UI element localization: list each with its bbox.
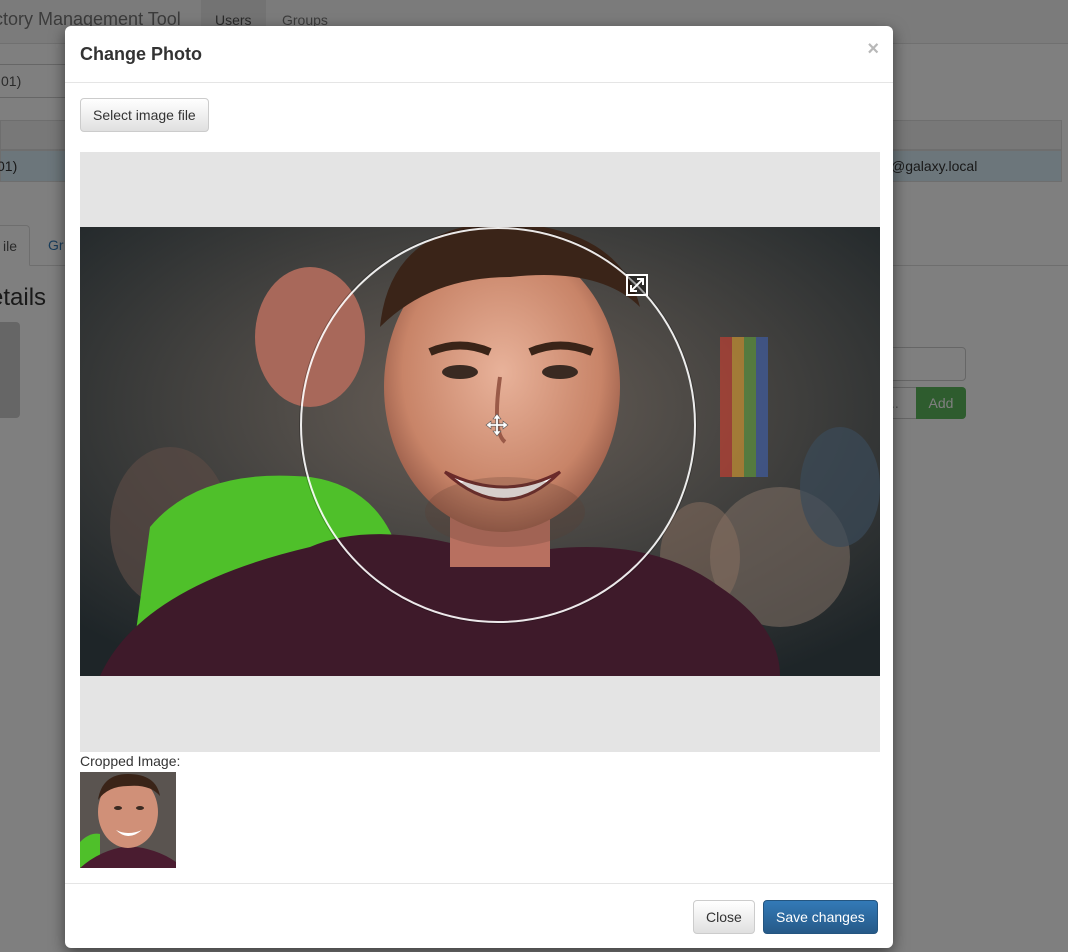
cropped-image-label: Cropped Image: (80, 753, 181, 769)
modal-title: Change Photo (80, 44, 202, 64)
save-changes-button[interactable]: Save changes (763, 900, 878, 934)
modal-header: Change Photo × (65, 26, 893, 83)
modal-footer: Close Save changes (65, 883, 893, 948)
change-photo-modal: Change Photo × Select image file Cropped… (65, 26, 893, 948)
close-button[interactable]: Close (693, 900, 755, 934)
select-image-file-button[interactable]: Select image file (80, 98, 209, 132)
image-crop-area[interactable] (80, 152, 880, 752)
move-arrows-icon[interactable] (485, 413, 509, 437)
close-icon[interactable]: × (867, 38, 879, 61)
expand-arrows-icon[interactable] (626, 274, 648, 296)
cropped-image-preview (80, 772, 176, 868)
source-photo (80, 227, 880, 676)
